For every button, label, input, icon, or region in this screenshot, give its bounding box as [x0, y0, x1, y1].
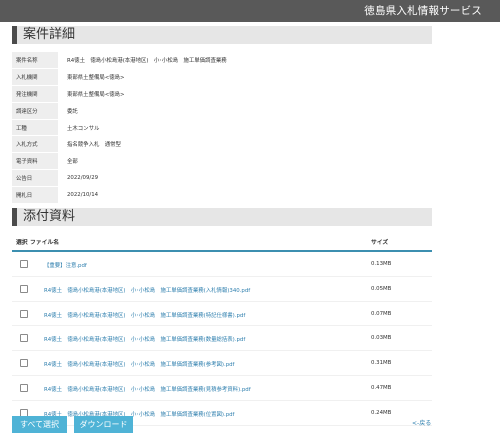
detail-row: 案件名称 R4徳土 徳島小松島港(本港地区) 小･小松島 施工単価調査業務 [12, 52, 432, 69]
detail-label: 開札日 [12, 186, 58, 204]
files-section-header: 添付資料 [12, 208, 432, 226]
file-row: R4徳土 徳島小松島港(本港地区) 小･小松島 施工単価調査業務(入札情報)34… [12, 277, 432, 302]
detail-value: 全部 [67, 159, 78, 166]
filename-column-header: ファイル名 [30, 240, 59, 246]
detail-row: 調達区分 委託 [12, 102, 432, 120]
site-title: 徳島県入札情報サービス [364, 5, 482, 17]
top-bar: 徳島県入札情報サービス [0, 0, 500, 22]
file-size: 0.05MB [371, 285, 392, 292]
detail-value: 2022/09/29 [67, 175, 99, 182]
detail-row: 入札機関 東部県土整備局<徳島> [12, 68, 432, 86]
file-size: 0.03MB [371, 335, 392, 342]
file-select-checkbox[interactable] [20, 359, 28, 368]
file-row: R4徳土 徳島小松島港(本港地区) 小･小松島 施工単価調査業務(数量総括表).… [12, 326, 432, 352]
detail-row: 公告日 2022/09/29 [12, 169, 432, 187]
file-select-checkbox[interactable] [20, 284, 28, 293]
file-link[interactable]: R4徳土 徳島小松島港(本港地区) 小･小松島 施工単価調査業務(見積参考資料)… [44, 385, 251, 393]
detail-label: 電子資料 [12, 152, 58, 170]
detail-value: 指名競争入札 通常型 [67, 142, 121, 149]
size-column-header: サイズ [371, 240, 389, 246]
file-row: R4徳土 徳島小松島港(本港地区) 小･小松島 施工単価調査業務(特記仕様書).… [12, 302, 432, 327]
detail-row: 入札方式 指名競争入札 通常型 [12, 135, 432, 153]
detail-label: 調達区分 [12, 102, 58, 120]
files-section-title: 添付資料 [23, 209, 76, 224]
file-row: R4徳土 徳島小松島港(本港地区) 小･小松島 施工単価調査業務(参考図).pd… [12, 351, 432, 376]
detail-row: 発注機関 東部県土整備局<徳島> [12, 85, 432, 103]
detail-value: 東部県土整備局<徳島> [67, 91, 125, 98]
back-link[interactable]: <-戻る [412, 418, 431, 427]
detail-section-header: 案件詳細 [12, 26, 432, 44]
detail-row: 電子資料 全部 [12, 152, 432, 170]
file-link[interactable]: R4徳土 徳島小松島港(本港地区) 小･小松島 施工単価調査業務(入札情報)34… [44, 286, 250, 294]
select-all-button[interactable]: すべて選択 [12, 416, 67, 433]
file-size: 0.24MB [371, 409, 392, 416]
detail-label: 発注機関 [12, 85, 58, 103]
detail-value: 2022/10/14 [67, 192, 99, 199]
file-select-checkbox[interactable] [20, 309, 28, 318]
files-table-header: 選択 ファイル名 サイズ [12, 234, 432, 252]
detail-label: 入札機関 [12, 68, 58, 86]
detail-section-title: 案件詳細 [23, 27, 76, 42]
detail-label: 工種 [12, 119, 58, 136]
detail-row: 開札日 2022/10/14 [12, 186, 432, 204]
file-row: R4徳土 徳島小松島港(本港地区) 小･小松島 施工単価調査業務(見積参考資料)… [12, 376, 432, 401]
detail-value: 東部県土整備局<徳島> [67, 74, 125, 81]
detail-label: 公告日 [12, 169, 58, 187]
file-link[interactable]: R4徳土 徳島小松島港(本港地区) 小･小松島 施工単価調査業務(参考図).pd… [44, 360, 234, 368]
file-link[interactable]: R4徳土 徳島小松島港(本港地区) 小･小松島 施工単価調査業務(数量総括表).… [44, 335, 245, 343]
detail-label: 入札方式 [12, 135, 58, 153]
file-select-checkbox[interactable] [20, 260, 28, 268]
file-link[interactable]: 【重要】注意.pdf [44, 261, 87, 269]
file-select-checkbox[interactable] [20, 383, 28, 392]
file-size: 0.13MB [371, 261, 392, 267]
section-marker [12, 26, 17, 44]
file-size: 0.07MB [371, 310, 392, 317]
detail-value: R4徳土 徳島小松島港(本港地区) 小･小松島 施工単価調査業務 [67, 57, 227, 64]
file-link[interactable]: R4徳土 徳島小松島港(本港地区) 小･小松島 施工単価調査業務(特記仕様書).… [44, 311, 245, 319]
detail-table: 案件名称 R4徳土 徳島小松島港(本港地区) 小･小松島 施工単価調査業務入札機関… [12, 52, 432, 204]
download-button[interactable]: ダウンロード [74, 416, 133, 433]
detail-label: 案件名称 [12, 52, 58, 69]
section-marker [12, 208, 17, 226]
files-table: 選択 ファイル名 サイズ 【重要】注意.pdf 0.13MB R4徳土 徳島小松島港… [12, 234, 432, 426]
detail-value: 土木コンサル [67, 125, 100, 132]
file-size: 0.47MB [371, 384, 392, 391]
detail-row: 工種 土木コンサル [12, 119, 432, 136]
file-row: 【重要】注意.pdf 0.13MB [12, 252, 432, 277]
detail-value: 委託 [67, 108, 78, 115]
file-link[interactable]: R4徳土 徳島小松島港(本港地区) 小･小松島 施工単価調査業務(位置図).pd… [44, 410, 234, 418]
file-size: 0.31MB [371, 360, 392, 367]
file-select-checkbox[interactable] [20, 334, 28, 343]
select-column-header: 選択 [16, 240, 28, 246]
